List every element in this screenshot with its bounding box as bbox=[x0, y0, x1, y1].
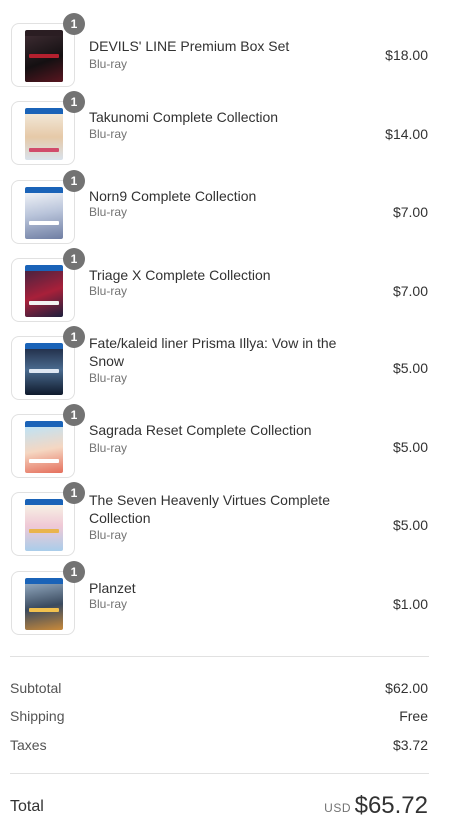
quantity-badge: 1 bbox=[63, 91, 85, 113]
product-thumbnail bbox=[11, 101, 75, 165]
total-label: Total bbox=[10, 798, 44, 815]
product-title: Sagrada Reset Complete Collection bbox=[89, 422, 312, 438]
product-variant: Blu-ray bbox=[89, 528, 128, 542]
product-price: $1.00 bbox=[392, 596, 428, 612]
product-title: Takunomi Complete Collection bbox=[89, 109, 279, 125]
product-variant: Blu-ray bbox=[89, 597, 128, 611]
product-thumbnail bbox=[11, 180, 75, 244]
section-divider bbox=[10, 656, 429, 657]
line-item: 1 DEVILS' LINE Premium Box Set Blu-ray $… bbox=[0, 13, 454, 89]
taxes-value: $3.72 bbox=[392, 737, 428, 753]
product-price: $7.00 bbox=[392, 204, 428, 220]
quantity-badge: 1 bbox=[63, 13, 85, 35]
product-title: Planzet bbox=[89, 580, 136, 596]
product-cover-image bbox=[25, 343, 63, 395]
taxes-label: Taxes bbox=[10, 737, 47, 753]
product-variant: Blu-ray bbox=[89, 284, 128, 298]
quantity-badge: 1 bbox=[63, 170, 85, 192]
product-cover-image bbox=[25, 421, 63, 473]
quantity-badge: 1 bbox=[63, 404, 85, 426]
product-thumbnail bbox=[11, 571, 75, 635]
product-price: $5.00 bbox=[392, 517, 428, 533]
product-variant: Blu-ray bbox=[89, 441, 128, 455]
product-price: $14.00 bbox=[385, 126, 428, 142]
subtotal-label: Subtotal bbox=[10, 680, 62, 696]
product-variant: Blu-ray bbox=[89, 371, 128, 385]
line-item: 1 Planzet Blu-ray $1.00 bbox=[0, 561, 454, 637]
total-amount: $65.72 bbox=[354, 792, 428, 819]
subtotal-value: $62.00 bbox=[385, 680, 428, 696]
shipping-label: Shipping bbox=[10, 708, 65, 724]
order-summary: 1 DEVILS' LINE Premium Box Set Blu-ray $… bbox=[0, 0, 454, 829]
product-thumbnail bbox=[11, 414, 75, 478]
product-title: Norn9 Complete Collection bbox=[89, 188, 257, 204]
product-thumbnail bbox=[11, 336, 75, 400]
line-item: 1 Norn9 Complete Collection Blu-ray $7.0… bbox=[0, 170, 454, 246]
product-cover-image bbox=[25, 499, 63, 551]
quantity-badge: 1 bbox=[63, 326, 85, 348]
line-item: 1 Triage X Complete Collection Blu-ray $… bbox=[0, 248, 454, 324]
product-thumbnail bbox=[11, 492, 75, 556]
product-cover-image bbox=[25, 187, 63, 239]
product-variant: Blu-ray bbox=[89, 127, 128, 141]
product-variant: Blu-ray bbox=[89, 205, 128, 219]
quantity-badge: 1 bbox=[63, 482, 85, 504]
quantity-badge: 1 bbox=[63, 561, 85, 583]
section-divider bbox=[10, 773, 429, 774]
product-title: DEVILS' LINE Premium Box Set bbox=[89, 38, 290, 54]
product-variant: Blu-ray bbox=[89, 57, 128, 71]
shipping-value: Free bbox=[399, 708, 428, 724]
product-price: $5.00 bbox=[392, 439, 428, 455]
product-price: $18.00 bbox=[385, 47, 428, 63]
product-title: Triage X Complete Collection bbox=[89, 267, 271, 283]
product-price: $7.00 bbox=[392, 283, 428, 299]
line-item: 1 Takunomi Complete Collection Blu-ray $… bbox=[0, 91, 454, 167]
quantity-badge: 1 bbox=[63, 248, 85, 270]
product-price: $5.00 bbox=[392, 360, 428, 376]
total-currency: USD bbox=[324, 801, 351, 815]
product-cover-image bbox=[25, 578, 63, 630]
product-title: The Seven Heavenly Virtues Complete Coll… bbox=[89, 492, 330, 526]
product-thumbnail bbox=[11, 23, 75, 87]
product-cover-image bbox=[25, 30, 63, 82]
product-cover-image bbox=[25, 108, 63, 160]
line-item: 1 Fate/kaleid liner Prisma Illya: Vow in… bbox=[0, 326, 454, 402]
product-title: Fate/kaleid liner Prisma Illya: Vow in t… bbox=[89, 335, 337, 369]
line-item: 1 Sagrada Reset Complete Collection Blu-… bbox=[0, 404, 454, 480]
product-cover-image bbox=[25, 265, 63, 317]
line-item: 1 The Seven Heavenly Virtues Complete Co… bbox=[0, 482, 454, 558]
product-thumbnail bbox=[11, 258, 75, 322]
